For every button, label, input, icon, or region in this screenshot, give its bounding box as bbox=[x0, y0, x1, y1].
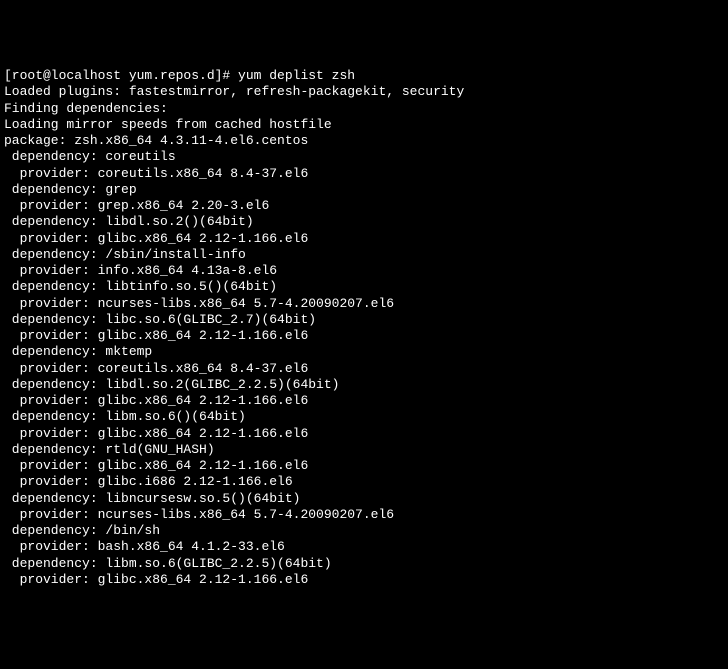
provider-line: provider: ncurses-libs.x86_64 5.7-4.2009… bbox=[4, 296, 724, 312]
provider-line: provider: glibc.x86_64 2.12-1.166.el6 bbox=[4, 572, 724, 588]
provider-line: provider: bash.x86_64 4.1.2-33.el6 bbox=[4, 539, 724, 555]
provider-line: provider: glibc.x86_64 2.12-1.166.el6 bbox=[4, 393, 724, 409]
mirror-line: Loading mirror speeds from cached hostfi… bbox=[4, 117, 724, 133]
terminal-output: [root@localhost yum.repos.d]# yum deplis… bbox=[4, 68, 724, 588]
dependency-line: dependency: libdl.so.2()(64bit) bbox=[4, 214, 724, 230]
dependency-line: dependency: libdl.so.2(GLIBC_2.2.5)(64bi… bbox=[4, 377, 724, 393]
dependency-line: dependency: /sbin/install-info bbox=[4, 247, 724, 263]
dependency-line: dependency: libm.so.6()(64bit) bbox=[4, 409, 724, 425]
provider-line: provider: grep.x86_64 2.20-3.el6 bbox=[4, 198, 724, 214]
provider-line: provider: glibc.i686 2.12-1.166.el6 bbox=[4, 474, 724, 490]
dependency-line: dependency: libtinfo.so.5()(64bit) bbox=[4, 279, 724, 295]
finding-line: Finding dependencies: bbox=[4, 101, 724, 117]
provider-line: provider: coreutils.x86_64 8.4-37.el6 bbox=[4, 361, 724, 377]
dependency-line: dependency: libm.so.6(GLIBC_2.2.5)(64bit… bbox=[4, 556, 724, 572]
prompt-line: [root@localhost yum.repos.d]# yum deplis… bbox=[4, 68, 724, 84]
dependency-line: dependency: coreutils bbox=[4, 149, 724, 165]
plugins-line: Loaded plugins: fastestmirror, refresh-p… bbox=[4, 84, 724, 100]
dependency-line: dependency: libc.so.6(GLIBC_2.7)(64bit) bbox=[4, 312, 724, 328]
provider-line: provider: glibc.x86_64 2.12-1.166.el6 bbox=[4, 231, 724, 247]
package-line: package: zsh.x86_64 4.3.11-4.el6.centos bbox=[4, 133, 724, 149]
dependency-line: dependency: mktemp bbox=[4, 344, 724, 360]
dependency-line: dependency: grep bbox=[4, 182, 724, 198]
provider-line: provider: glibc.x86_64 2.12-1.166.el6 bbox=[4, 328, 724, 344]
dependency-line: dependency: rtld(GNU_HASH) bbox=[4, 442, 724, 458]
provider-line: provider: glibc.x86_64 2.12-1.166.el6 bbox=[4, 458, 724, 474]
provider-line: provider: info.x86_64 4.13a-8.el6 bbox=[4, 263, 724, 279]
provider-line: provider: glibc.x86_64 2.12-1.166.el6 bbox=[4, 426, 724, 442]
dependency-line: dependency: /bin/sh bbox=[4, 523, 724, 539]
provider-line: provider: ncurses-libs.x86_64 5.7-4.2009… bbox=[4, 507, 724, 523]
dependency-line: dependency: libncursesw.so.5()(64bit) bbox=[4, 491, 724, 507]
provider-line: provider: coreutils.x86_64 8.4-37.el6 bbox=[4, 166, 724, 182]
